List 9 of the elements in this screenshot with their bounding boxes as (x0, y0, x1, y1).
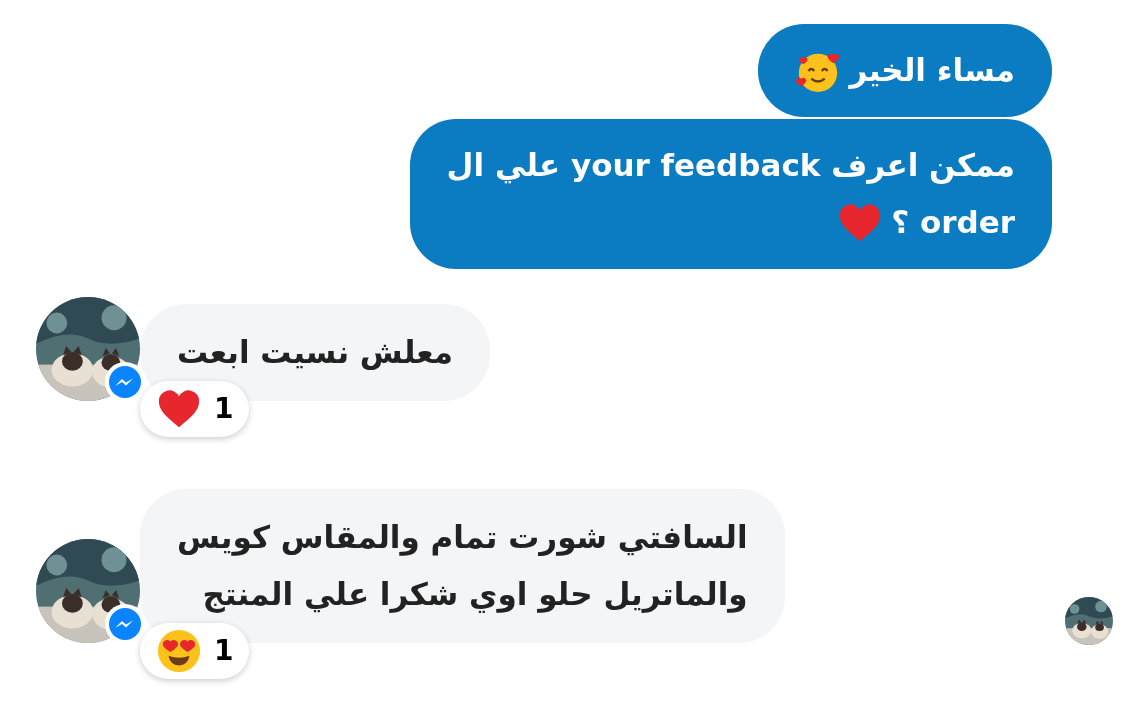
message-text: order ؟ (891, 203, 1015, 242)
message-text: مساء الخير (849, 51, 1015, 91)
heart-eyes-face-icon (156, 628, 202, 674)
message-text: السافتي شورت تمام والمقاس كويس (177, 518, 748, 558)
message-text: معلش نسيت ابعت (177, 333, 453, 372)
message-text: ممكن اعرف your feedback علي ال (446, 146, 1015, 186)
reaction-count: 1 (214, 633, 234, 669)
reaction-count: 1 (214, 391, 234, 427)
message-text: والماتريل حلو اوي شكرا علي المنتج (201, 575, 748, 615)
